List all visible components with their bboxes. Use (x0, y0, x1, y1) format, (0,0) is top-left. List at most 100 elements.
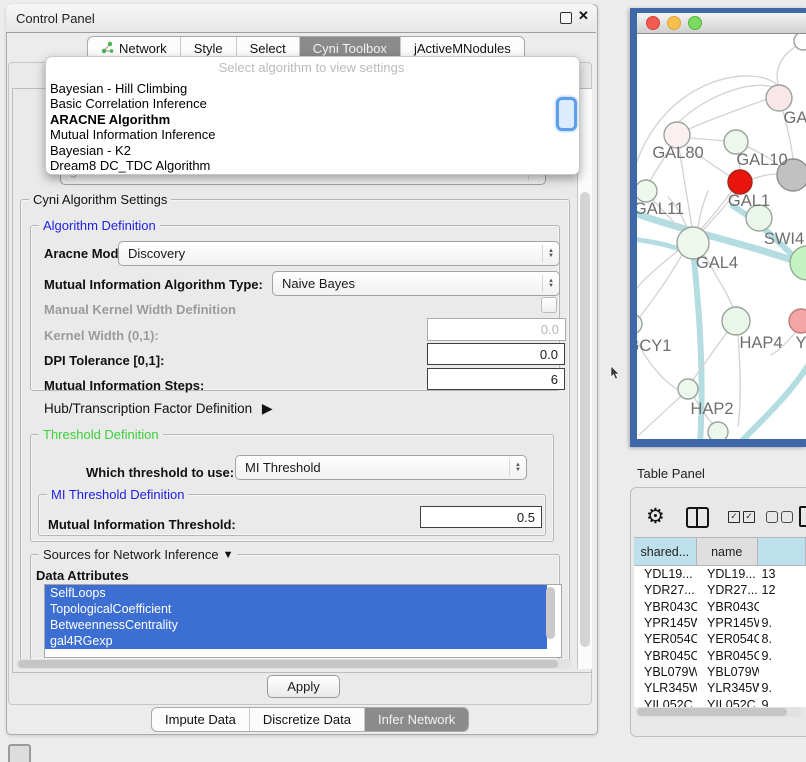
network-edge[interactable] (689, 96, 775, 129)
algorithm-option[interactable]: Basic Correlation Inference (48, 96, 568, 111)
settings-vscrollbar-thumb[interactable] (580, 192, 590, 647)
network-edge[interactable] (777, 46, 797, 84)
manual-kernel-width-label: Manual Kernel Width Definition (44, 302, 236, 317)
column-header[interactable]: name (697, 538, 758, 565)
combo-stepper-icon: ▲▼ (542, 245, 559, 261)
attribute-item[interactable]: SelfLoops (45, 585, 547, 601)
collapse-down-icon[interactable]: ▼ (223, 549, 234, 561)
algorithm-option[interactable]: Bayesian - K2 (48, 143, 568, 158)
column-header[interactable]: shared... (634, 538, 697, 565)
table-cell: YDR27... (697, 583, 758, 597)
close-traffic-icon[interactable] (646, 16, 660, 30)
node-label: SWI4 (764, 230, 804, 248)
table-cell: YBL079W (697, 665, 758, 679)
network-node[interactable] (637, 180, 657, 202)
table-hscrollbar[interactable] (636, 707, 802, 717)
mi-threshold-field[interactable]: 0.5 (420, 506, 542, 528)
network-node[interactable] (708, 422, 728, 439)
algorithm-option[interactable]: Mutual Information Inference (48, 127, 568, 142)
tab-label: jActiveMNodules (414, 41, 511, 56)
network-edge[interactable] (752, 174, 777, 179)
table-cell: 9. (759, 649, 806, 663)
zoom-traffic-icon[interactable] (688, 16, 702, 30)
focused-combo-fragment[interactable] (556, 97, 577, 131)
algorithm-option[interactable]: Dream8 DC_TDC Algorithm (48, 158, 568, 173)
algorithm-option[interactable]: Bayesian - Hill Climbing (48, 81, 568, 96)
tab-label: Discretize Data (263, 712, 351, 727)
network-node[interactable] (678, 379, 698, 399)
tab-label: Network (119, 41, 167, 56)
algorithm-option[interactable]: ARACNE Algorithm (48, 112, 568, 127)
hub-definition-toggle[interactable]: Hub/Transcription Factor Definition ▶ (44, 400, 273, 417)
manual-kernel-width-checkbox[interactable] (541, 297, 557, 313)
minimize-traffic-icon[interactable] (667, 16, 681, 30)
mi-algorithm-type-combo[interactable]: Naive Bayes ▲▼ (272, 271, 560, 296)
data-attributes-list[interactable]: SelfLoopsTopologicalCoefficientBetweenne… (44, 584, 562, 658)
control-panel-title: Control Panel (16, 11, 95, 26)
attr-list-scrollbar[interactable] (546, 587, 555, 639)
table-row[interactable]: YIL052CYIL052C9. (634, 696, 806, 707)
attribute-item[interactable]: gal4RGexp (45, 633, 547, 649)
float-panel-icon[interactable] (560, 12, 572, 24)
threshold-definition-title: Threshold Definition (39, 427, 163, 442)
column-layout-icon[interactable] (686, 507, 709, 528)
column-header[interactable] (758, 538, 806, 565)
table-row[interactable]: YBR045CYBR045C9. (634, 647, 806, 663)
attribute-item[interactable]: TopologicalCoefficient (45, 601, 547, 617)
table-row[interactable]: YER054CYER054C8. (634, 631, 806, 647)
mi-steps-field[interactable]: 6 (427, 368, 565, 390)
which-threshold-value: MI Threshold (236, 460, 509, 475)
cyni-mode-tabs: Impute Data Discretize Data Infer Network (151, 707, 469, 732)
settings-hscrollbar[interactable] (16, 659, 572, 669)
table-hscrollbar-thumb[interactable] (637, 708, 787, 716)
table-cell: 8. (759, 632, 806, 646)
deselect-all-checkboxes-icon[interactable] (766, 511, 793, 523)
tab-infer-network[interactable]: Infer Network (365, 708, 468, 731)
node-label: Y (795, 334, 806, 352)
attribute-item[interactable]: BetweennessCentrality (45, 617, 547, 633)
close-icon[interactable]: ✕ (578, 8, 589, 24)
network-node[interactable] (728, 170, 752, 194)
kernel-width-label: Kernel Width (0,1): (44, 328, 159, 343)
combo-stepper-icon: ▲▼ (542, 275, 559, 291)
network-node[interactable] (637, 314, 642, 334)
network-edge[interactable] (735, 364, 806, 439)
which-threshold-combo[interactable]: MI Threshold ▲▼ (235, 455, 527, 480)
network-graph[interactable]: GALGAL80GAL10GAL1GAL11SWI4GAL4GCY1HAP4YH… (637, 34, 806, 439)
settings-hscrollbar-thumb[interactable] (18, 660, 558, 668)
table-row[interactable]: YLR345WYLR345W9. (634, 680, 806, 696)
network-node[interactable] (789, 309, 806, 333)
aracne-mode-combo[interactable]: Discovery ▲▼ (118, 241, 560, 266)
table-row[interactable]: YBL079WYBL079W (634, 664, 806, 680)
node-label: GAL4 (696, 254, 738, 272)
table-row[interactable]: YDL19...YDL19...13 (634, 566, 806, 582)
network-node[interactable] (794, 34, 806, 50)
dpi-tolerance-field[interactable]: 0.0 (427, 343, 565, 365)
minimized-panel-icon[interactable] (8, 744, 31, 762)
network-node[interactable] (722, 307, 750, 335)
new-table-icon[interactable] (799, 506, 806, 527)
network-edge[interactable] (678, 85, 777, 123)
network-node[interactable] (766, 85, 792, 111)
settings-vscrollbar[interactable] (577, 89, 592, 669)
node-label: HAP4 (739, 334, 782, 352)
table-row[interactable]: YDR27...YDR27...12 (634, 582, 806, 598)
select-all-checkboxes-icon[interactable]: ✓✓ (728, 511, 755, 523)
tab-label: Impute Data (165, 712, 236, 727)
sources-group-title: Sources for Network Inference ▼ (39, 547, 237, 562)
table-row[interactable]: YPR145WYPR145W9. (634, 615, 806, 631)
kernel-width-field[interactable]: 0.0 (427, 318, 566, 341)
network-edge[interactable] (639, 396, 681, 435)
table-row[interactable]: YBR043CYBR043C (634, 599, 806, 615)
network-window-titlebar[interactable] (637, 13, 806, 34)
node-table[interactable]: shared...nameYDL19...YDL19...13YDR27...Y… (634, 537, 806, 707)
gear-icon[interactable]: ⚙ (646, 504, 665, 529)
network-canvas[interactable]: GALGAL80GAL10GAL1GAL11SWI4GAL4GCY1HAP4YH… (637, 34, 806, 439)
apply-button[interactable]: Apply (267, 675, 340, 698)
tab-impute-data[interactable]: Impute Data (152, 708, 250, 731)
network-edge[interactable] (698, 191, 708, 227)
tab-discretize-data[interactable]: Discretize Data (250, 708, 365, 731)
table-cell: YDL19... (697, 567, 758, 581)
network-edge[interactable] (690, 138, 725, 141)
table-cell: YBR045C (697, 649, 758, 663)
